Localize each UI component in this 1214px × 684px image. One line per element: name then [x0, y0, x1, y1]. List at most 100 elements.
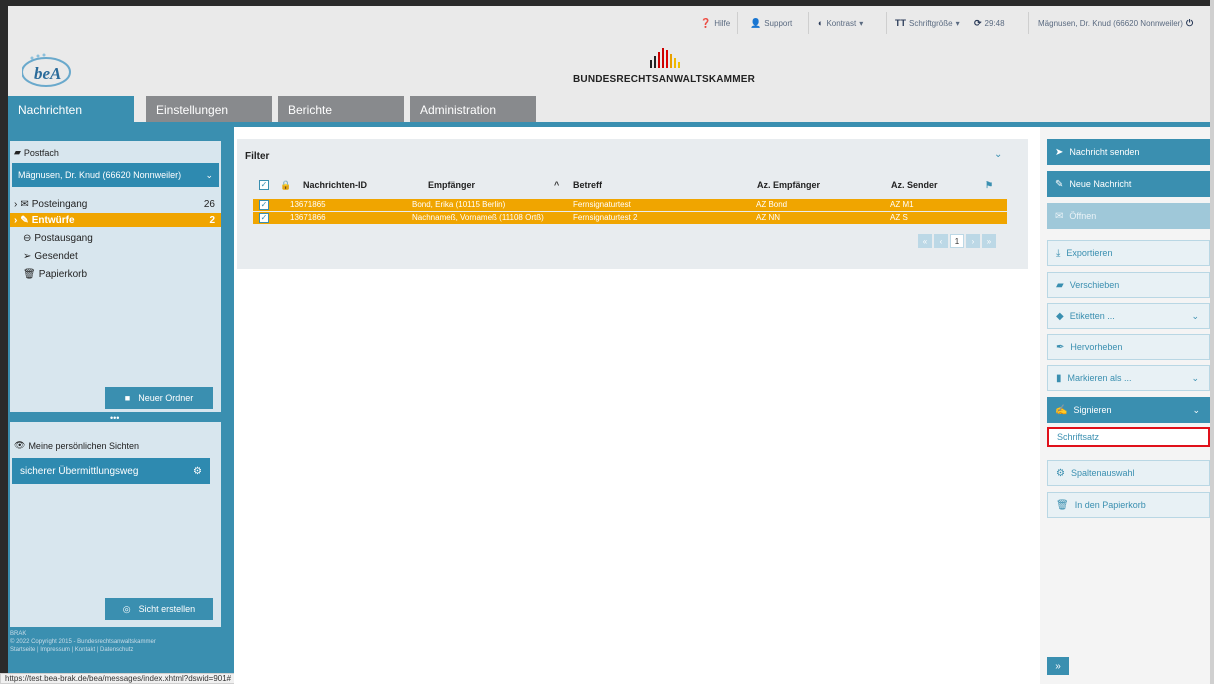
new-folder-label: Neuer Ordner: [138, 393, 194, 403]
chevron-down-icon[interactable]: ⌄: [994, 149, 1002, 160]
sign-dropdown[interactable]: ✍ Signieren ⌄: [1047, 397, 1210, 423]
font-size-icon: TT: [895, 18, 906, 28]
chevron-right-icon: ›: [14, 198, 18, 210]
user-menu[interactable]: Mägnusen, Dr. Knud (66620 Nonnweiler) ⏻: [1038, 16, 1193, 30]
refresh-icon: ⟳: [974, 17, 982, 28]
tab-nachrichten[interactable]: Nachrichten: [8, 96, 134, 123]
contrast-icon: ◐: [818, 18, 824, 28]
user-name: Mägnusen, Dr. Knud (66620 Nonnweiler): [1038, 18, 1183, 28]
expand-panel-button[interactable]: »: [1047, 657, 1069, 675]
bea-logo[interactable]: beA: [21, 52, 74, 88]
row-checkbox[interactable]: ✓: [259, 200, 269, 210]
send-label: Nachricht senden: [1069, 147, 1140, 157]
status-url: https://test.bea-brak.de/bea/messages/in…: [0, 673, 237, 684]
timer-label: 29:48: [984, 18, 1005, 28]
table-row[interactable]: ✓ 13671865 Bond, Erika (10115 Berlin) Fe…: [253, 199, 1007, 211]
footer: BRAK © 2022 Copyright 2015 - Bundesrecht…: [10, 630, 230, 654]
font-size-dropdown[interactable]: TT Schriftgröße ▾: [895, 16, 960, 30]
support-link[interactable]: 👤 Support: [750, 16, 792, 30]
page-next-button[interactable]: ›: [966, 234, 980, 248]
open-button[interactable]: ✉ Öffnen: [1047, 203, 1210, 229]
tab-berichte[interactable]: Berichte: [278, 96, 404, 123]
col-az-sender[interactable]: Az. Sender: [891, 180, 938, 190]
table-row[interactable]: ✓ 13671866 Nachnameß, Vornameß (11108 Or…: [253, 212, 1007, 224]
send-icon: ➢: [23, 250, 32, 262]
trash-icon: 🗑: [1056, 499, 1069, 511]
main-nav: Nachrichten Einstellungen Berichte Admin…: [8, 96, 1210, 123]
chevron-down-icon: ⌄: [1191, 310, 1199, 321]
folder-label: Entwürfe: [31, 214, 75, 226]
create-sicht-button[interactable]: ◎ Sicht erstellen: [105, 598, 213, 620]
col-betreff[interactable]: Betreff: [573, 180, 602, 190]
cell-az-recipient: AZ NN: [756, 213, 780, 222]
col-nachrichten-id[interactable]: Nachrichten-ID: [303, 180, 367, 190]
row-checkbox[interactable]: ✓: [259, 213, 269, 223]
select-all-checkbox[interactable]: ✓: [259, 180, 269, 190]
sichten-panel: 👁 Meine persönlichen Sichten sicherer Üb…: [10, 422, 221, 627]
cell-az-recipient: AZ Bond: [756, 200, 788, 209]
power-icon[interactable]: ⏻: [1186, 18, 1193, 29]
window-frame-right: [1210, 0, 1214, 684]
folder-label: Papierkorb: [38, 268, 88, 280]
session-timer[interactable]: ⟳ 29:48: [974, 16, 1005, 30]
page-last-button[interactable]: »: [982, 234, 996, 248]
separator: [1028, 12, 1029, 34]
help-link[interactable]: ❓ Hilfe: [700, 16, 730, 30]
lock-icon: 🔒: [280, 180, 292, 190]
glasses-icon: ◎: [122, 603, 131, 614]
mark-as-dropdown[interactable]: ▮ Markieren als ... ⌄: [1047, 365, 1210, 391]
sicht-item[interactable]: sicherer Übermittlungsweg ⚙: [12, 458, 210, 484]
move-button[interactable]: ▰ Verschieben: [1047, 272, 1210, 298]
user-icon: 👤: [750, 17, 762, 28]
contrast-dropdown[interactable]: ◐ Kontrast ▾: [818, 16, 863, 30]
filter-toggle[interactable]: Filter: [245, 151, 269, 162]
move-label: Verschieben: [1069, 280, 1120, 290]
move-to-trash-button[interactable]: 🗑 In den Papierkorb: [1047, 492, 1210, 518]
support-label: Support: [764, 18, 793, 28]
download-icon: ⤓: [1056, 247, 1061, 259]
page-first-button[interactable]: «: [918, 234, 932, 248]
logo-text: beA: [34, 64, 62, 83]
flag-icon[interactable]: ⚑: [985, 180, 993, 191]
export-button[interactable]: ⤓ Exportieren: [1047, 240, 1210, 266]
folder-papierkorb[interactable]: 🗑 Papierkorb: [10, 267, 221, 281]
schriftsatz-menu-item[interactable]: Schriftsatz: [1047, 427, 1210, 447]
folder-gesendet[interactable]: ➢ Gesendet: [10, 249, 221, 263]
postfach-panel: ▰ Postfach Mägnusen, Dr. Knud (66620 Non…: [10, 141, 221, 412]
new-folder-button[interactable]: ■ Neuer Ordner: [105, 387, 213, 409]
labels-dropdown[interactable]: ◆ Etiketten ... ⌄: [1047, 303, 1210, 329]
gear-icon: ⚙: [1056, 467, 1065, 479]
postfach-label: Postfach: [23, 147, 59, 158]
bookmark-icon: ▮: [1056, 372, 1062, 384]
cell-id: 13671866: [290, 213, 326, 222]
new-message-button[interactable]: ✎ Neue Nachricht: [1047, 171, 1210, 197]
folder-posteingang[interactable]: › ✉ Posteingang 26: [10, 197, 221, 211]
page-prev-button[interactable]: ‹: [934, 234, 948, 248]
highlight-label: Hervorheben: [1070, 342, 1123, 352]
open-label: Öffnen: [1069, 211, 1097, 221]
schriftsatz-label: Schriftsatz: [1057, 432, 1100, 442]
chevron-down-icon: ⌄: [1191, 372, 1199, 383]
folder-entwuerfe[interactable]: › ✎ Entwürfe 2: [10, 213, 221, 227]
column-selection-button[interactable]: ⚙ Spaltenauswahl: [1047, 460, 1210, 486]
tab-administration[interactable]: Administration: [410, 96, 536, 123]
folder-postausgang[interactable]: ⊖ Postausgang: [10, 231, 221, 245]
col-az-empfaenger[interactable]: Az. Empfänger: [757, 180, 820, 190]
eye-icon: 👁: [14, 440, 26, 450]
highlight-button[interactable]: ✒ Hervorheben: [1047, 334, 1210, 360]
utility-bar: ❓ Hilfe 👤 Support ◐ Kontrast ▾ TT Schrif…: [8, 6, 1210, 38]
page-current[interactable]: 1: [950, 234, 964, 248]
sichten-label: Meine persönlichen Sichten: [28, 440, 140, 451]
gear-icon[interactable]: ⚙: [193, 466, 202, 477]
tab-einstellungen[interactable]: Einstellungen: [146, 96, 272, 123]
sort-asc-icon: ^: [554, 180, 560, 190]
send-message-button[interactable]: ➤ Nachricht senden: [1047, 139, 1210, 165]
separator: [808, 12, 809, 34]
folder-icon: ■: [124, 393, 131, 403]
cell-az-sender: AZ M1: [890, 200, 914, 209]
footer-links[interactable]: Startseite | Impressum | Kontakt | Daten…: [10, 646, 230, 654]
envelope-icon: ✉: [1055, 210, 1064, 222]
brak-bars-icon: [650, 48, 680, 68]
col-empfaenger[interactable]: Empfänger: [428, 180, 475, 190]
account-select[interactable]: Mägnusen, Dr. Knud (66620 Nonnweiler) ⌄: [12, 163, 219, 187]
